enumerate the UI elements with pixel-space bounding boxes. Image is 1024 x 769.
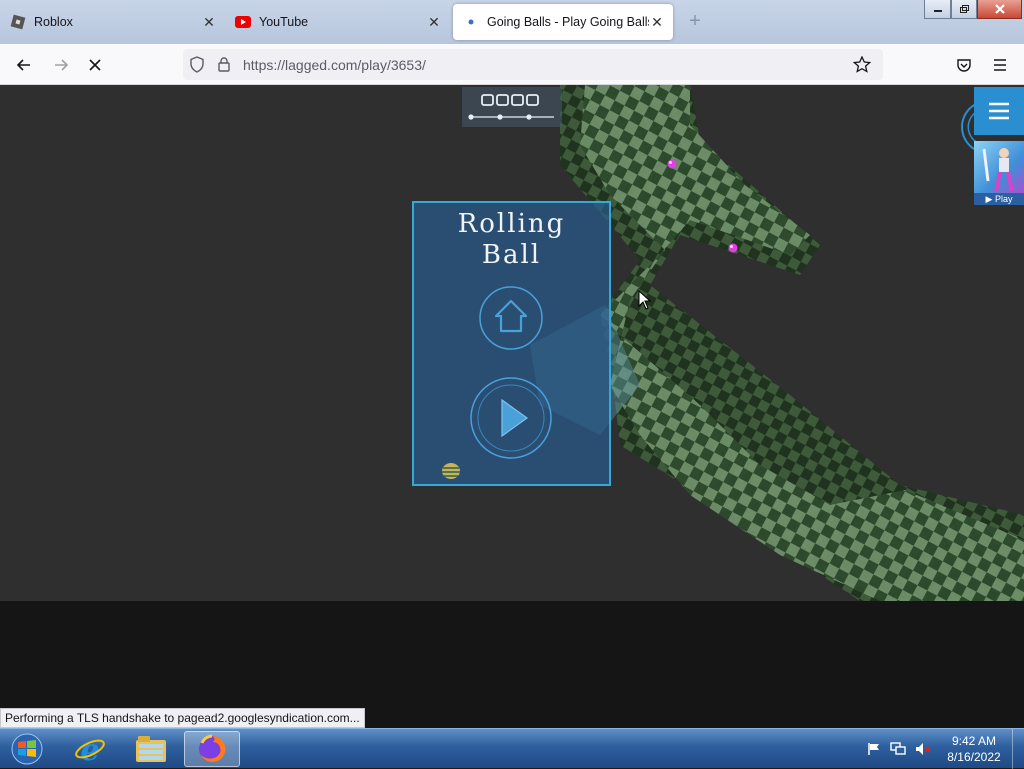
speaker-muted-icon xyxy=(916,743,931,755)
close-tab-icon[interactable]: ✕ xyxy=(426,14,442,30)
action-center-flag-icon[interactable] xyxy=(866,741,882,757)
close-window-button[interactable] xyxy=(977,0,1022,19)
new-tab-button[interactable]: + xyxy=(684,10,706,32)
home-button[interactable] xyxy=(478,285,544,351)
network-icon xyxy=(890,742,906,755)
minimize-button[interactable] xyxy=(924,0,951,19)
tab-roblox[interactable]: Roblox ✕ xyxy=(0,4,225,40)
game-title: Rolling Ball xyxy=(414,209,609,271)
clock-time: 9:42 AM xyxy=(951,734,997,748)
gem-icon xyxy=(728,243,738,253)
pocket-icon xyxy=(957,58,971,72)
hamburger-menu-icon xyxy=(989,102,1009,120)
status-bar: Performing a TLS handshake to pagead2.go… xyxy=(0,708,365,728)
flag-icon xyxy=(868,743,879,755)
ball-icon xyxy=(442,463,460,479)
forward-button[interactable] xyxy=(48,52,74,78)
level-dots-indicator xyxy=(468,94,554,120)
hamburger-menu-icon xyxy=(994,59,1006,71)
play-button[interactable] xyxy=(469,376,553,460)
arrow-right-icon xyxy=(55,59,69,71)
stop-button[interactable] xyxy=(82,52,108,78)
tab-youtube[interactable]: YouTube ✕ xyxy=(225,4,450,40)
dancer-thumbnail-icon xyxy=(982,148,1014,192)
close-icon xyxy=(994,4,1005,14)
gem-icon xyxy=(667,159,677,169)
taskbar-firefox[interactable] xyxy=(184,731,240,767)
stop-icon xyxy=(89,59,101,71)
level-progress xyxy=(462,87,562,127)
lock-icon[interactable] xyxy=(217,56,231,72)
pocket-button[interactable] xyxy=(951,52,977,78)
taskbar-file-explorer[interactable] xyxy=(123,731,179,767)
tab-bar: Roblox ✕ YouTube ✕ Going Balls - Play Go… xyxy=(0,0,1024,44)
navigation-bar: https://lagged.com/play/3653/ xyxy=(0,44,1024,85)
restore-icon xyxy=(960,4,969,13)
game-menu-button[interactable] xyxy=(974,87,1024,135)
windows-start-orb-icon xyxy=(11,733,43,765)
play-icon xyxy=(501,398,529,438)
start-button[interactable] xyxy=(0,731,54,767)
close-tab-icon[interactable]: ✕ xyxy=(201,14,217,30)
tab-going-balls[interactable]: Going Balls - Play Going Balls G ✕ xyxy=(453,4,673,40)
url-text[interactable]: https://lagged.com/play/3653/ xyxy=(243,57,426,73)
tab-title: Roblox xyxy=(34,15,73,29)
minimize-icon xyxy=(933,10,942,12)
loading-dot-icon xyxy=(468,19,474,25)
shield-icon[interactable] xyxy=(189,56,205,73)
tab-title: YouTube xyxy=(259,15,309,29)
svg-text:e: e xyxy=(80,733,99,765)
home-icon xyxy=(494,299,528,333)
taskbar-internet-explorer[interactable]: e xyxy=(62,731,118,767)
url-bar[interactable]: https://lagged.com/play/3653/ xyxy=(183,49,883,80)
roblox-icon xyxy=(10,14,26,30)
ad-game-thumbnail[interactable]: ▶ Play xyxy=(974,141,1024,205)
restore-button[interactable] xyxy=(951,0,977,19)
arrow-left-icon xyxy=(16,59,30,71)
volume-tray-icon[interactable] xyxy=(915,741,931,757)
game-title-line1: Rolling xyxy=(457,209,566,239)
clock-date: 8/16/2022 xyxy=(947,750,1001,764)
show-desktop-button[interactable] xyxy=(1012,729,1024,769)
back-button[interactable] xyxy=(11,52,37,78)
firefox-icon xyxy=(199,734,226,762)
tab-title: Going Balls - Play Going Balls G xyxy=(487,15,649,29)
youtube-icon xyxy=(235,16,251,28)
game-canvas[interactable]: Rolling Ball ▶ Play xyxy=(0,85,1024,601)
mouse-cursor-icon xyxy=(638,290,652,310)
game-title-line2: Ball xyxy=(481,240,542,270)
ad-play-label[interactable]: ▶ Play xyxy=(974,193,1024,205)
file-explorer-icon xyxy=(136,736,166,762)
bookmark-star-icon[interactable] xyxy=(853,56,871,73)
network-tray-icon[interactable] xyxy=(890,741,906,757)
system-clock[interactable]: 9:42 AM 8/16/2022 xyxy=(942,733,1006,765)
internet-explorer-icon: e xyxy=(75,733,105,765)
game-menu-panel: Rolling Ball xyxy=(412,201,611,486)
app-menu-button[interactable] xyxy=(987,52,1013,78)
windows-taskbar: e 9:42 AM 8/16/2022 xyxy=(0,728,1024,769)
close-tab-icon[interactable]: ✕ xyxy=(649,14,665,30)
